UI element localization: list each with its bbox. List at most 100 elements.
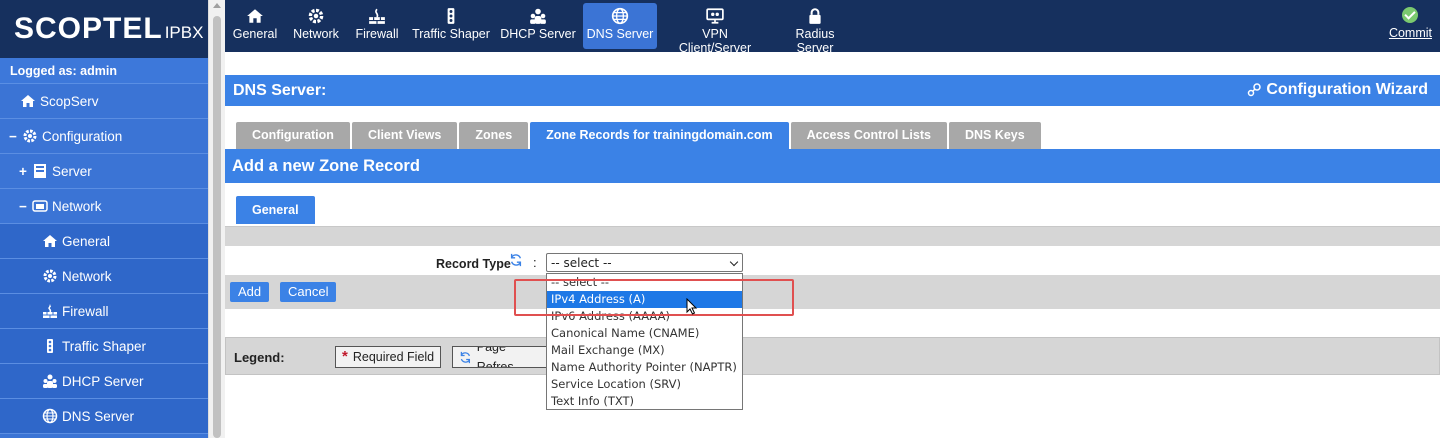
- gear-icon: [43, 269, 57, 283]
- legend-required: * Required Field: [335, 346, 442, 368]
- firewall-icon: [43, 304, 57, 318]
- topnav-label: Network: [293, 27, 339, 41]
- topnav-firewall[interactable]: Firewall: [353, 3, 401, 49]
- topnav-label: DHCP Server: [500, 27, 576, 41]
- tab-access-control-lists[interactable]: Access Control Lists: [790, 122, 947, 149]
- expand-toggle[interactable]: +: [18, 164, 28, 179]
- sidebar-item-general[interactable]: General: [0, 224, 208, 259]
- mouse-cursor-icon: [686, 298, 698, 315]
- network-icon: [32, 200, 48, 212]
- sidebar-item-label: Network: [62, 268, 112, 284]
- commit-label: Commit: [1388, 26, 1432, 40]
- topnav-traffic-shaper[interactable]: Traffic Shaper: [411, 3, 491, 49]
- logged-as-label: Logged as: admin: [0, 58, 208, 84]
- dropdown-option[interactable]: Text Info (TXT): [547, 393, 742, 410]
- sidebar-item-dns-server[interactable]: DNS Server: [0, 399, 208, 434]
- topnav-network[interactable]: Network: [287, 3, 345, 49]
- commit-button[interactable]: Commit: [1389, 3, 1432, 40]
- cancel-button[interactable]: Cancel: [280, 282, 337, 302]
- sidebar-item-network[interactable]: − Network: [0, 189, 208, 224]
- sidebar-item-scopserv[interactable]: ScopServ: [0, 84, 208, 119]
- section-title: Add a new Zone Record: [225, 149, 1440, 183]
- form-divider: [225, 226, 1440, 246]
- tab-dns-keys[interactable]: DNS Keys: [948, 122, 1041, 149]
- sidebar-item-label: ScopServ: [40, 93, 99, 109]
- sidebar-item-label: General: [62, 233, 111, 249]
- sidebar-item-dhcp-server[interactable]: DHCP Server: [0, 364, 208, 399]
- form-buttons: Add Cancel: [225, 275, 1440, 309]
- chevron-down-icon: [729, 257, 739, 267]
- gear-icon: [308, 8, 324, 24]
- sidebar-item-network-sub[interactable]: Network: [0, 259, 208, 294]
- topnav-label: VPN Client/Server: [678, 27, 752, 55]
- sidebar-item-configuration[interactable]: − Configuration: [0, 119, 208, 154]
- sidebar-item-traffic-shaper[interactable]: Traffic Shaper: [0, 329, 208, 364]
- tab-zone-records[interactable]: Zone Records for trainingdomain.com: [530, 122, 789, 149]
- tab-zones[interactable]: Zones: [459, 122, 529, 149]
- configuration-wizard-link[interactable]: Configuration Wizard: [1246, 81, 1428, 99]
- globe-icon: [611, 7, 629, 25]
- subtab-general[interactable]: General: [236, 196, 315, 224]
- record-type-row: Record Type : -- select --: [225, 251, 1440, 275]
- lock-icon: [809, 8, 821, 24]
- sidebar-item-label: Traffic Shaper: [62, 338, 147, 354]
- dropdown-option[interactable]: Mail Exchange (MX): [547, 342, 742, 359]
- record-type-select[interactable]: -- select --: [546, 253, 743, 272]
- sidebar-scrollbar[interactable]: [208, 0, 225, 438]
- wizard-label: Configuration Wizard: [1266, 81, 1428, 98]
- top-navbar: General Network Firewall Traffic Shaper …: [225, 0, 1440, 55]
- dropdown-option[interactable]: Name Authority Pointer (NAPTR): [547, 359, 742, 376]
- topnav-label: Radius Server: [795, 27, 835, 55]
- sidebar-item-label: DHCP Server: [62, 373, 144, 389]
- wizard-icon: [1248, 83, 1262, 97]
- collapse-toggle[interactable]: −: [18, 199, 28, 214]
- sidebar: SCOPTEL IPBX Logged as: admin ScopServ −…: [0, 0, 208, 438]
- check-icon: [1402, 7, 1419, 23]
- gear-icon: [23, 129, 37, 143]
- topnav-dhcp-server[interactable]: DHCP Server: [500, 3, 576, 49]
- dns-tabs: Configuration Client Views Zones Zone Re…: [236, 122, 1043, 149]
- legend-refresh-label: Page Refres: [476, 346, 514, 368]
- page-header: DNS Server: Configuration Wizard: [225, 75, 1440, 106]
- firewall-icon: [369, 8, 385, 24]
- sidebar-item-label: Configuration: [42, 128, 123, 144]
- globe-icon: [42, 408, 58, 424]
- legend: Legend: * Required Field Page Refres: [225, 337, 1440, 375]
- dropdown-option[interactable]: Canonical Name (CNAME): [547, 325, 742, 342]
- sidebar-item-firewall[interactable]: Firewall: [0, 294, 208, 329]
- topnav-label: Firewall: [355, 27, 399, 41]
- select-value: -- select --: [551, 256, 612, 270]
- traffic-icon: [47, 339, 53, 353]
- logo[interactable]: SCOPTEL IPBX: [0, 0, 208, 58]
- brand-suffix: IPBX: [164, 23, 204, 42]
- home-icon: [21, 95, 35, 107]
- topnav-radius-server[interactable]: Radius Server: [777, 3, 853, 55]
- legend-label: Legend:: [234, 350, 285, 365]
- server-icon: [34, 164, 46, 178]
- users-icon: [530, 8, 546, 24]
- vpn-icon: [706, 8, 724, 24]
- topnav-dns-server[interactable]: DNS Server: [583, 3, 657, 49]
- topnav-vpn[interactable]: VPN Client/Server: [665, 3, 765, 55]
- dropdown-option[interactable]: Service Location (SRV): [547, 376, 742, 393]
- highlight-annotation: [514, 279, 794, 316]
- sidebar-item-server[interactable]: + Server: [0, 154, 208, 189]
- legend-refresh: Page Refres: [452, 346, 552, 368]
- topnav-general[interactable]: General: [229, 3, 281, 49]
- collapse-toggle[interactable]: −: [8, 129, 18, 144]
- refresh-icon: [510, 253, 522, 267]
- sidebar-item-label: DNS Server: [62, 408, 135, 424]
- form-subtabs: General: [236, 196, 315, 224]
- network-submenu: General Network Firewall Traffic Shaper …: [0, 224, 208, 434]
- add-button[interactable]: Add: [230, 282, 270, 302]
- topnav-label: DNS Server: [586, 27, 654, 41]
- page-title: DNS Server:: [233, 82, 327, 99]
- tab-client-views[interactable]: Client Views: [351, 122, 458, 149]
- scroll-up-arrow[interactable]: [213, 3, 221, 8]
- users-icon: [43, 374, 57, 388]
- refresh-icon: [460, 351, 471, 363]
- home-icon: [43, 235, 57, 247]
- scrollbar-thumb[interactable]: [213, 16, 221, 438]
- tab-configuration[interactable]: Configuration: [236, 122, 350, 149]
- sidebar-item-label: Server: [52, 163, 92, 179]
